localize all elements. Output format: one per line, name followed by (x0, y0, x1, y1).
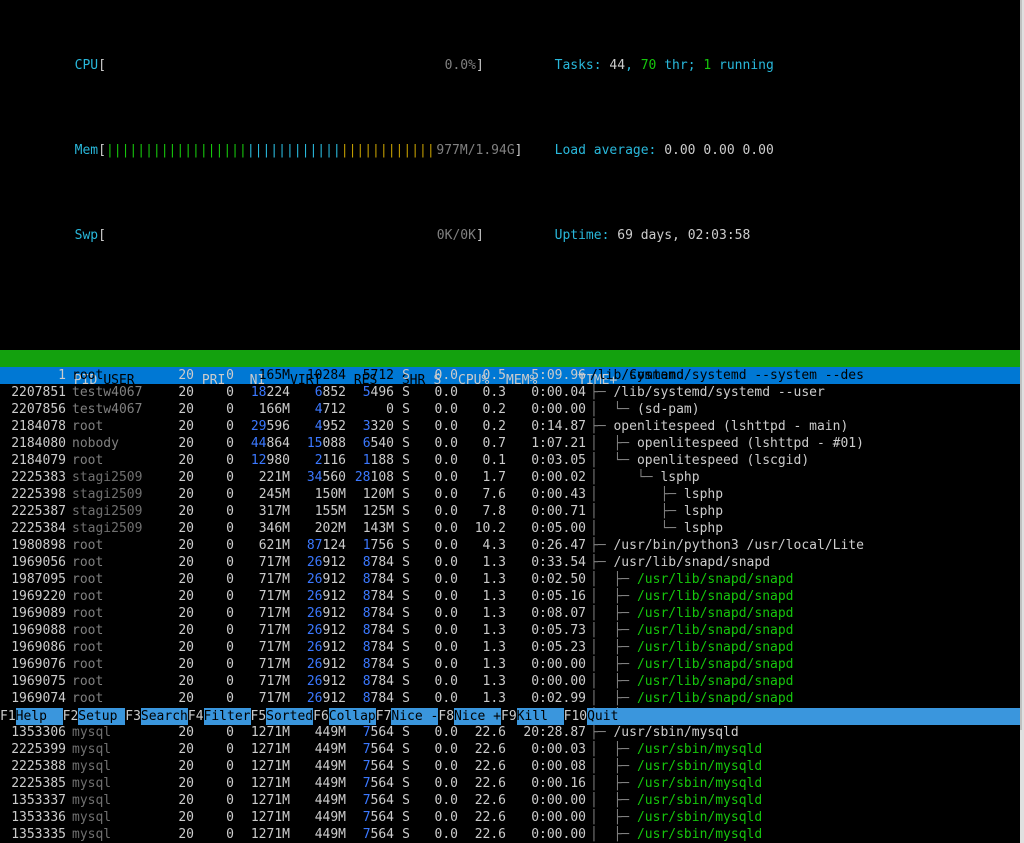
fkey-label[interactable]: Nice + (454, 708, 501, 725)
process-row[interactable]: 1969086root200717M269128784S0.01.30:05.2… (0, 639, 1020, 656)
process-row[interactable]: 1353306mysql2001271M449M7564S0.022.620:2… (0, 724, 1020, 741)
uptime-value: 69 days, 02:03:58 (617, 228, 750, 243)
mem-label: Mem (75, 143, 98, 158)
process-row[interactable]: 2225383stagi2509200221M3456028108S0.01.7… (0, 469, 1020, 486)
fkey-f9[interactable]: F9 (501, 708, 517, 725)
fkey-f7[interactable]: F7 (376, 708, 392, 725)
process-row[interactable]: 1969056root200717M269128784S0.01.30:33.5… (0, 554, 1020, 571)
column-header[interactable]: PIDUSERPRINIVIRTRESSHRSCPU%MEM%TIME+ Com… (0, 350, 1020, 367)
loadavg-label: Load average: (555, 143, 657, 158)
uptime-label: Uptime: (555, 228, 610, 243)
htop-terminal: CPU[0.0%] Tasks: 44, 70 thr; 1 running M… (0, 0, 1022, 730)
process-row[interactable]: 1969220root200717M269128784S0.01.30:05.1… (0, 588, 1020, 605)
tasks-thr: 70 (641, 58, 657, 73)
cpu-percent: 0.0% (106, 57, 476, 74)
header-meters: CPU[0.0%] Tasks: 44, 70 thr; 1 running M… (0, 0, 1020, 350)
process-row[interactable]: 2225398stagi2509200245M150M120MS0.07.60:… (0, 486, 1020, 503)
footer-bar: F1Help F2Setup F3SearchF4FilterF5SortedF… (0, 708, 1020, 725)
fkey-f3[interactable]: F3 (125, 708, 141, 725)
fkey-label[interactable]: Search (141, 708, 188, 725)
process-row[interactable]: 1987095root200717M269128784S0.01.30:02.5… (0, 571, 1020, 588)
cpu-label: CPU (75, 58, 98, 73)
fkey-label[interactable]: Collap (329, 708, 376, 725)
fkey-f4[interactable]: F4 (188, 708, 204, 725)
process-row[interactable]: 1353337mysql2001271M449M7564S0.022.60:00… (0, 792, 1020, 809)
fkey-label[interactable]: Kill (517, 708, 564, 725)
process-row[interactable]: 2184080nobody20044864150886540S0.00.71:0… (0, 435, 1020, 452)
process-row[interactable]: 2225387stagi2509200317M155M125MS0.07.80:… (0, 503, 1020, 520)
process-row[interactable]: 2225384stagi2509200346M202M143MS0.010.20… (0, 520, 1020, 537)
process-row[interactable]: 2225399mysql2001271M449M7564S0.022.60:00… (0, 741, 1020, 758)
fkey-f8[interactable]: F8 (438, 708, 454, 725)
process-row[interactable]: 2184078root2002959649523320S0.00.20:14.8… (0, 418, 1020, 435)
process-row[interactable]: 1969075root200717M269128784S0.01.30:00.0… (0, 673, 1020, 690)
mem-used: 977M (436, 143, 467, 158)
tasks-count: 44 (609, 58, 625, 73)
process-row[interactable]: 1969074root200717M269128784S0.01.30:02.9… (0, 690, 1020, 707)
loadavg-value: 0.00 0.00 0.00 (664, 143, 774, 158)
fkey-f1[interactable]: F1 (0, 708, 16, 725)
fkey-label[interactable]: Nice - (391, 708, 438, 725)
swp-total: 0K (460, 228, 476, 243)
fkey-f2[interactable]: F2 (63, 708, 79, 725)
process-row[interactable]: 1969088root200717M269128784S0.01.30:05.7… (0, 622, 1020, 639)
process-row[interactable]: 1353336mysql2001271M449M7564S0.022.60:00… (0, 809, 1020, 826)
process-list[interactable]: 1root200165M102845712S0.00.55:09.96/lib/… (0, 367, 1020, 843)
fkey-label[interactable]: Setup (78, 708, 125, 725)
fkey-label[interactable]: Quit (587, 708, 634, 725)
swp-label: Swp (75, 228, 98, 243)
fkey-label[interactable]: Help (16, 708, 63, 725)
fkey-f6[interactable]: F6 (313, 708, 329, 725)
process-row[interactable]: 2225388mysql2001271M449M7564S0.022.60:00… (0, 758, 1020, 775)
fkey-f10[interactable]: F10 (564, 708, 587, 725)
process-row[interactable]: 1root200165M102845712S0.00.55:09.96/lib/… (0, 367, 1020, 384)
fkey-label[interactable]: Sorted (266, 708, 313, 725)
fkey-f5[interactable]: F5 (251, 708, 267, 725)
swp-used: 0K (437, 228, 453, 243)
process-row[interactable]: 2207856testw4067200166M47120S0.00.20:00.… (0, 401, 1020, 418)
process-row[interactable]: 2184079root2001298021161188S0.00.10:03.0… (0, 452, 1020, 469)
process-row[interactable]: 2225385mysql2001271M449M7564S0.022.60:00… (0, 775, 1020, 792)
process-row[interactable]: 1980898root200621M871241756S0.04.30:26.4… (0, 537, 1020, 554)
fkey-label[interactable]: Filter (204, 708, 251, 725)
process-row[interactable]: 2207851testw40672001822468525496S0.00.30… (0, 384, 1020, 401)
process-row[interactable]: 1969089root200717M269128784S0.01.30:08.0… (0, 605, 1020, 622)
tasks-label: Tasks: (555, 58, 602, 73)
process-row[interactable]: 1969076root200717M269128784S0.01.30:00.0… (0, 656, 1020, 673)
process-row[interactable]: 1353335mysql2001271M449M7564S0.022.60:00… (0, 826, 1020, 843)
